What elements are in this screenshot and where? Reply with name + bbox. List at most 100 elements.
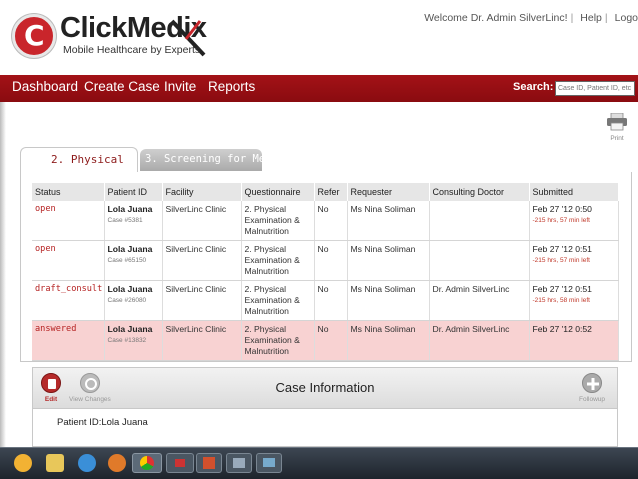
doctor-cell — [429, 240, 530, 281]
submitted-time: Feb 27 '12 0:50 — [532, 204, 592, 214]
patient-id-line: Patient ID:Lola Juana — [57, 417, 148, 428]
brand-tagline: Mobile Healthcare by Experts — [63, 44, 201, 56]
time-left: -215 hrs, 58 min left — [532, 297, 590, 304]
left-edge-shadow — [0, 102, 6, 447]
table-row[interactable]: draft_consult Lola Juana Case #26080 Silv… — [32, 280, 619, 321]
main-nav-bar: Dashboard Create Case Invite Reports Sea… — [0, 75, 638, 102]
facility-cell: SilverLinc Clinic — [162, 201, 242, 241]
tab-physical[interactable]: 2. Physical — [20, 147, 138, 173]
col-submitted[interactable]: Submitted — [529, 183, 619, 201]
table-row[interactable]: open Lola Juana Case #65150 SilverLinc Cl… — [32, 240, 619, 281]
col-refer[interactable]: Refer — [314, 183, 348, 201]
welcome-text: Welcome Dr. Admin SilverLinc! — [424, 12, 568, 24]
doctor-cell: Dr. Admin SilverLinc — [429, 280, 530, 321]
submitted-time: Feb 27 '12 0:51 — [532, 244, 592, 254]
table-row[interactable]: open Lola Juana Case #5381 SilverLinc Cli… — [32, 201, 619, 241]
patient-cell: Lola Juana Case #13832 — [104, 320, 163, 361]
app-header: C ClickMedix Mobile Healthcare by Expert… — [0, 0, 638, 75]
time-left: -215 hrs, 57 min left — [532, 217, 590, 224]
case-number: Case #5381 — [107, 217, 143, 224]
doctor-cell — [429, 201, 530, 241]
followup-label: Followup — [579, 396, 606, 403]
print-button[interactable]: Print — [604, 112, 630, 142]
case-information-title: Case Information — [275, 380, 375, 395]
status-cell[interactable]: answered — [32, 320, 105, 361]
ie-icon[interactable] — [78, 454, 96, 472]
logout-link[interactable]: Logo — [615, 12, 638, 24]
powerpoint-icon[interactable] — [196, 453, 222, 473]
facility-cell: SilverLinc Clinic — [162, 320, 242, 361]
printer-icon — [607, 112, 627, 131]
refer-cell: No — [314, 240, 348, 281]
submitted-cell: Feb 27 '12 0:50 -215 hrs, 57 min left — [529, 201, 619, 241]
top-nav: Welcome Dr. Admin SilverLinc! | Help | Logo — [424, 12, 638, 24]
chrome-icon[interactable] — [132, 453, 162, 473]
folder-icon[interactable] — [46, 454, 64, 472]
video-icon[interactable] — [166, 453, 194, 473]
questionnaire-cell: 2. Physical Examination & Malnutrition — [241, 320, 315, 361]
firefox-icon[interactable] — [108, 454, 126, 472]
col-patient-id[interactable]: Patient ID — [104, 183, 163, 201]
case-information-panel: Edit View Changes Case Information Follo… — [32, 367, 618, 447]
questionnaire-cell: 2. Physical Examination & Malnutrition — [241, 280, 315, 321]
table-header-row: Status Patient ID Facility Questionnaire… — [32, 183, 619, 201]
status-cell[interactable]: draft_consult — [32, 280, 105, 321]
questionnaire-cell: 2. Physical Examination & Malnutrition — [241, 240, 315, 281]
questionnaire-cell: 2. Physical Examination & Malnutrition — [241, 201, 315, 241]
facility-cell: SilverLinc Clinic — [162, 240, 242, 281]
patient-cell: Lola Juana Case #26080 — [104, 280, 163, 321]
refer-cell: No — [314, 201, 348, 241]
refer-cell: No — [314, 280, 348, 321]
requester-cell: Ms Nina Soliman — [347, 320, 430, 361]
picture-icon[interactable] — [226, 453, 252, 473]
case-number: Case #26080 — [107, 297, 147, 304]
table-row[interactable]: answered Lola Juana Case #13832 SilverLin… — [32, 320, 619, 361]
col-questionnaire[interactable]: Questionnaire — [241, 183, 315, 201]
refer-cell: No — [314, 320, 348, 361]
patient-name: Lola Juana — [107, 284, 153, 294]
status-cell[interactable]: open — [32, 201, 105, 241]
patient-name: Lola Juana — [107, 244, 153, 254]
print-label: Print — [610, 135, 624, 142]
submitted-time: Feb 27 '12 0:52 — [532, 324, 592, 334]
patient-name: Lola Juana — [107, 324, 153, 334]
view-changes-label: View Changes — [69, 396, 111, 403]
case-toolbar: Edit View Changes Case Information Follo… — [33, 368, 617, 409]
nav-create-case[interactable]: Create Case — [84, 79, 160, 94]
case-number: Case #13832 — [107, 337, 147, 344]
patient-cell: Lola Juana Case #65150 — [104, 240, 163, 281]
patient-cell: Lola Juana Case #5381 — [104, 201, 163, 241]
status-cell[interactable]: open — [32, 240, 105, 281]
plus-icon — [582, 373, 602, 393]
clickmedix-logo-icon[interactable]: C — [12, 14, 56, 58]
requester-cell: Ms Nina Soliman — [347, 240, 430, 281]
os-taskbar — [0, 447, 638, 479]
case-number: Case #65150 — [107, 257, 147, 264]
facility-cell: SilverLinc Clinic — [162, 280, 242, 321]
col-requester[interactable]: Requester — [347, 183, 430, 201]
submitted-cell: Feb 27 '12 0:51 -215 hrs, 57 min left — [529, 240, 619, 281]
nav-dashboard[interactable]: Dashboard — [12, 79, 78, 94]
search-label: Search: — [513, 81, 554, 93]
monitor-icon[interactable] — [256, 453, 282, 473]
search-input[interactable] — [555, 81, 635, 96]
tab-screening-mental[interactable]: 3. Screening for Mental — [140, 149, 262, 171]
logo-letter: C — [24, 19, 45, 52]
cases-table-wrap: Status Patient ID Facility Questionnaire… — [32, 183, 619, 361]
requester-cell: Ms Nina Soliman — [347, 280, 430, 321]
cases-table: Status Patient ID Facility Questionnaire… — [32, 183, 619, 361]
submitted-cell: Feb 27 '12 0:52 — [529, 320, 619, 361]
nav-reports[interactable]: Reports — [208, 79, 255, 94]
patient-name: Lola Juana — [107, 204, 153, 214]
col-consulting-doctor[interactable]: Consulting Doctor — [429, 183, 530, 201]
requester-cell: Ms Nina Soliman — [347, 201, 430, 241]
nav-invite[interactable]: Invite — [164, 79, 196, 94]
col-status[interactable]: Status — [32, 183, 105, 201]
time-left: -215 hrs, 57 min left — [532, 257, 590, 264]
doctor-cell: Dr. Admin SilverLinc — [429, 320, 530, 361]
windows-start-icon[interactable] — [14, 454, 32, 472]
followup-button[interactable]: Followup — [579, 373, 605, 403]
submitted-cell: Feb 27 '12 0:51 -215 hrs, 58 min left — [529, 280, 619, 321]
help-link[interactable]: Help — [580, 12, 602, 24]
col-facility[interactable]: Facility — [162, 183, 242, 201]
